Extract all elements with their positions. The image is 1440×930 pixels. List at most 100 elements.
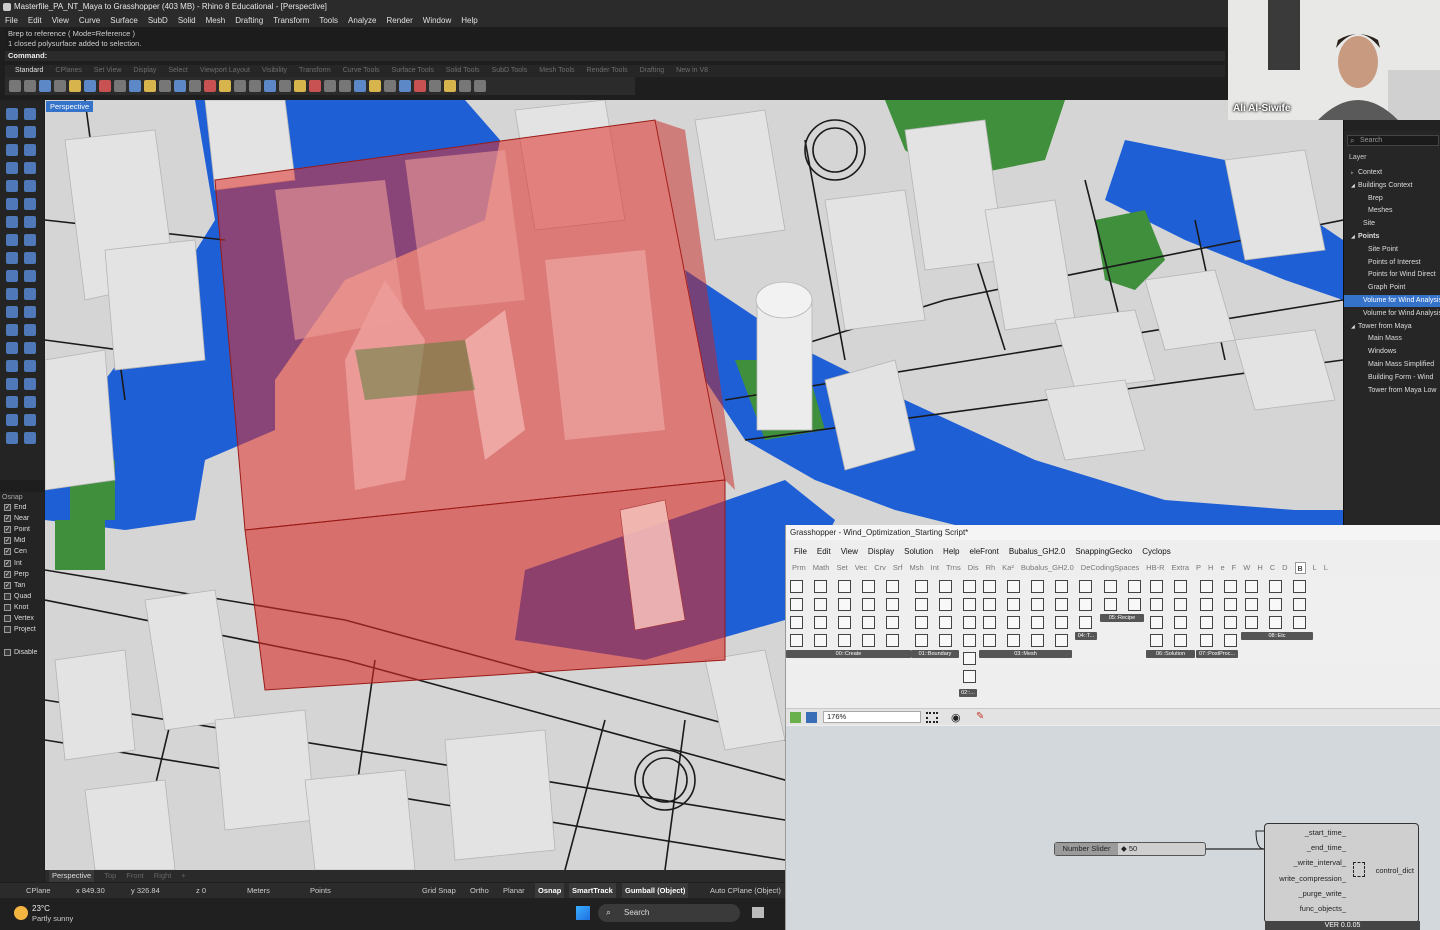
osnap-option[interactable]: ✓ Mid bbox=[4, 537, 38, 545]
layer-row[interactable]: Building Form - Wind bbox=[1344, 372, 1440, 384]
gh-component-icon[interactable] bbox=[1200, 616, 1213, 629]
osnap-checkbox[interactable]: ✓ bbox=[4, 537, 11, 545]
gh-component-icon[interactable] bbox=[1079, 616, 1092, 629]
windows-start-icon[interactable] bbox=[576, 906, 590, 920]
expand-toggle-icon[interactable]: ▹ bbox=[1351, 167, 1358, 179]
expand-toggle-icon[interactable]: ◢ bbox=[1351, 180, 1358, 192]
point-icon[interactable] bbox=[24, 108, 36, 120]
tab-mesh-tools[interactable]: Mesh Tools bbox=[539, 65, 574, 77]
gh-tab[interactable]: Rh bbox=[986, 562, 996, 574]
gh-component-icon[interactable] bbox=[838, 616, 851, 629]
menu-transform[interactable]: Transform bbox=[273, 14, 309, 27]
print-icon[interactable] bbox=[54, 80, 66, 92]
gh-component-icon[interactable] bbox=[1031, 580, 1044, 593]
select-icon[interactable] bbox=[264, 80, 276, 92]
number-slider-value[interactable]: ◆ 50 bbox=[1121, 843, 1137, 855]
layer-row[interactable]: ◢ Buildings Context bbox=[1344, 180, 1440, 192]
gh-component-icon[interactable] bbox=[1293, 598, 1306, 611]
gumball-toggle[interactable]: Gumball (Object) bbox=[622, 883, 689, 898]
smarttrack-toggle[interactable]: SmartTrack bbox=[569, 883, 616, 898]
gh-component-icon[interactable] bbox=[1031, 598, 1044, 611]
render-icon[interactable] bbox=[339, 80, 351, 92]
surface-icon[interactable] bbox=[6, 180, 18, 192]
arc-icon[interactable] bbox=[24, 432, 36, 444]
text-icon[interactable] bbox=[6, 252, 18, 264]
output-control-dict[interactable]: control_dict bbox=[1376, 866, 1414, 875]
gh-component-icon[interactable] bbox=[915, 634, 928, 647]
gh-component-icon[interactable] bbox=[1007, 616, 1020, 629]
options-icon[interactable] bbox=[459, 80, 471, 92]
gh-component-icon[interactable] bbox=[1200, 580, 1213, 593]
gh-component-icon[interactable] bbox=[1269, 598, 1282, 611]
layer-row[interactable]: ◢ Tower from Maya bbox=[1344, 321, 1440, 333]
gh-component-icon[interactable] bbox=[1007, 580, 1020, 593]
tab-set-view[interactable]: Set View bbox=[94, 65, 122, 77]
gh-group-label[interactable]: 00::Create bbox=[786, 650, 911, 658]
osnap-checkbox[interactable] bbox=[4, 649, 11, 657]
gh-component-icon[interactable] bbox=[1174, 598, 1187, 611]
layer-row[interactable]: ◢ Points bbox=[1344, 231, 1440, 243]
gh-component-icon[interactable] bbox=[983, 634, 996, 647]
ghosted-icon[interactable] bbox=[399, 80, 411, 92]
check-icon[interactable] bbox=[24, 360, 36, 372]
environment-icon[interactable] bbox=[429, 80, 441, 92]
gh-component-icon[interactable] bbox=[1128, 580, 1141, 593]
circle-icon[interactable] bbox=[6, 144, 18, 156]
gh-group-label[interactable]: 07::PostProc... bbox=[1196, 650, 1238, 658]
control-dict-component[interactable]: _start_time_ _end_time_ _write_interval_ wr… bbox=[1264, 823, 1420, 930]
status-cplane[interactable]: CPlane bbox=[26, 883, 51, 898]
xray-icon[interactable] bbox=[414, 80, 426, 92]
osnap-toggle[interactable]: Osnap bbox=[535, 883, 565, 898]
gh-component-icon[interactable] bbox=[939, 580, 952, 593]
tab-display[interactable]: Display bbox=[133, 65, 156, 77]
osnap-option[interactable]: ✓ Int bbox=[4, 559, 38, 567]
layer-row[interactable]: Volume for Wind Analysis bbox=[1344, 295, 1440, 307]
gh-tab[interactable]: Crv bbox=[874, 562, 886, 574]
gh-component-icon[interactable] bbox=[1293, 616, 1306, 629]
expand-toggle-icon[interactable]: ◢ bbox=[1351, 321, 1358, 333]
mirror-icon[interactable] bbox=[6, 306, 18, 318]
gh-component-icon[interactable] bbox=[939, 634, 952, 647]
component-input-param[interactable]: _start_time_ bbox=[1305, 828, 1346, 837]
osnap-option[interactable]: ✓ End bbox=[4, 504, 38, 511]
gh-component-icon[interactable] bbox=[862, 616, 875, 629]
layer-row[interactable]: Meshes bbox=[1344, 205, 1440, 217]
gh-tab[interactable]: D bbox=[1282, 562, 1287, 574]
grid-snap-toggle[interactable]: Grid Snap bbox=[422, 883, 456, 898]
osnap-option[interactable]: Quad bbox=[4, 592, 38, 600]
gh-tab[interactable]: W bbox=[1243, 562, 1250, 574]
mesh-icon[interactable] bbox=[24, 216, 36, 228]
gh-tab[interactable]: C bbox=[1270, 562, 1275, 574]
layer-row[interactable]: Windows bbox=[1344, 346, 1440, 358]
gh-menu-item[interactable]: eleFront bbox=[970, 545, 999, 558]
preview-eye-icon[interactable]: ◉ bbox=[951, 711, 961, 724]
gh-component-icon[interactable] bbox=[915, 580, 928, 593]
zoom-window-icon[interactable] bbox=[174, 80, 186, 92]
ortho-toggle[interactable]: Ortho bbox=[470, 883, 489, 898]
gh-group-label[interactable]: 08::Etc bbox=[1241, 632, 1313, 640]
gh-tab[interactable]: B bbox=[1294, 562, 1306, 574]
gh-component-icon[interactable] bbox=[1224, 616, 1237, 629]
curve-icon[interactable] bbox=[24, 414, 36, 426]
polyline-icon[interactable] bbox=[6, 126, 18, 138]
tab-curve-tools[interactable]: Curve Tools bbox=[343, 65, 380, 77]
join-icon[interactable] bbox=[24, 324, 36, 336]
analyze-icon[interactable] bbox=[6, 360, 18, 372]
fillet-icon[interactable] bbox=[24, 234, 36, 246]
osnap-checkbox[interactable]: ✓ bbox=[4, 559, 11, 567]
gh-component-icon[interactable] bbox=[1224, 598, 1237, 611]
curve-icon[interactable] bbox=[24, 126, 36, 138]
copy-icon[interactable] bbox=[99, 80, 111, 92]
number-slider[interactable]: Number Slider ◆ 50 bbox=[1054, 842, 1206, 856]
save-document-icon[interactable] bbox=[806, 712, 817, 723]
sketch-pen-icon[interactable]: ✎ bbox=[976, 711, 984, 722]
gh-component-icon[interactable] bbox=[790, 580, 803, 593]
gh-tab[interactable]: H bbox=[1257, 562, 1262, 574]
gh-menu-item[interactable]: Help bbox=[943, 545, 959, 558]
gh-component-icon[interactable] bbox=[963, 580, 976, 593]
gh-component-icon[interactable] bbox=[939, 616, 952, 629]
properties-icon[interactable] bbox=[69, 80, 81, 92]
gh-component-icon[interactable] bbox=[1055, 616, 1068, 629]
box-icon[interactable] bbox=[6, 198, 18, 210]
gh-tab[interactable]: Set bbox=[836, 562, 847, 574]
